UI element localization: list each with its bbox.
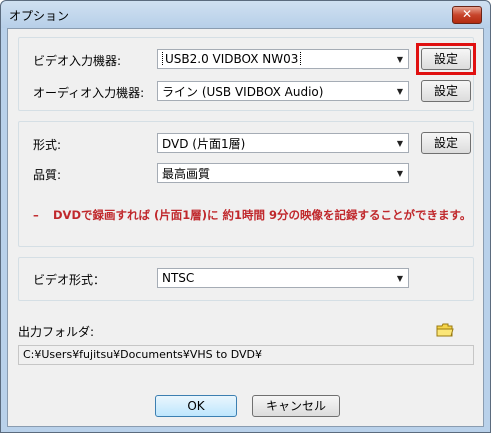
chevron-down-icon: ▼ xyxy=(396,86,404,96)
quality-label: 品質: xyxy=(33,168,62,182)
chevron-down-icon: ▼ xyxy=(396,168,404,178)
video-device-dropdown[interactable]: USB2.0 VIDBOX NW03 ▼ xyxy=(157,49,409,69)
audio-device-label: オーディオ入力機器: xyxy=(33,86,145,100)
close-button[interactable]: ✕ xyxy=(452,6,482,24)
video-device-value: USB2.0 VIDBOX NW03 xyxy=(162,52,302,66)
format-label: 形式: xyxy=(33,138,62,152)
notice-text: DVDで録画すれば (片面1層)に 約1時間 9分の映像を記録することができます… xyxy=(53,208,472,222)
video-format-label: ビデオ形式： xyxy=(33,273,106,287)
format-group: 形式: DVD (片面1層) ▼ 設定 品質: 最高画質 ▼ – DVDで録画す… xyxy=(18,121,474,247)
chevron-down-icon: ▼ xyxy=(396,138,404,148)
format-settings-button[interactable]: 設定 xyxy=(421,132,471,154)
dialog-body: ビデオ入力機器: USB2.0 VIDBOX NW03 ▼ 設定 オーディオ入力… xyxy=(7,28,484,427)
quality-value: 最高画質 xyxy=(162,166,211,181)
audio-device-value: ライン (USB VIDBOX Audio) xyxy=(162,84,324,99)
device-group: ビデオ入力機器: USB2.0 VIDBOX NW03 ▼ 設定 オーディオ入力… xyxy=(18,37,476,111)
chevron-down-icon: ▼ xyxy=(396,273,404,283)
quality-dropdown[interactable]: 最高画質 ▼ xyxy=(157,163,409,183)
audio-device-dropdown[interactable]: ライン (USB VIDBOX Audio) ▼ xyxy=(157,81,409,101)
window-title: オプション xyxy=(9,9,70,23)
video-format-value: NTSC xyxy=(162,271,195,285)
folder-icon[interactable] xyxy=(436,323,454,337)
title-bar: オプション ✕ xyxy=(1,1,490,28)
video-format-dropdown[interactable]: NTSC ▼ xyxy=(157,268,409,288)
output-folder-label: 出力フォルダ: xyxy=(18,325,95,339)
options-dialog: オプション ✕ ビデオ入力機器: USB2.0 VIDBOX NW03 ▼ 設定… xyxy=(0,0,491,433)
video-format-group: ビデオ形式： NTSC ▼ xyxy=(18,257,474,301)
output-folder-path[interactable]: C:¥Users¥fujitsu¥Documents¥VHS to DVD¥ xyxy=(18,345,474,365)
highlight-box xyxy=(416,43,476,75)
format-value: DVD (片面1層) xyxy=(162,136,246,151)
cancel-button[interactable]: キャンセル xyxy=(252,395,340,417)
ok-button[interactable]: OK xyxy=(155,395,237,417)
notice-dash: – xyxy=(33,208,39,222)
audio-settings-button[interactable]: 設定 xyxy=(421,80,471,102)
video-device-label: ビデオ入力機器: xyxy=(33,54,122,68)
chevron-down-icon: ▼ xyxy=(396,54,404,64)
format-dropdown[interactable]: DVD (片面1層) ▼ xyxy=(157,133,409,153)
